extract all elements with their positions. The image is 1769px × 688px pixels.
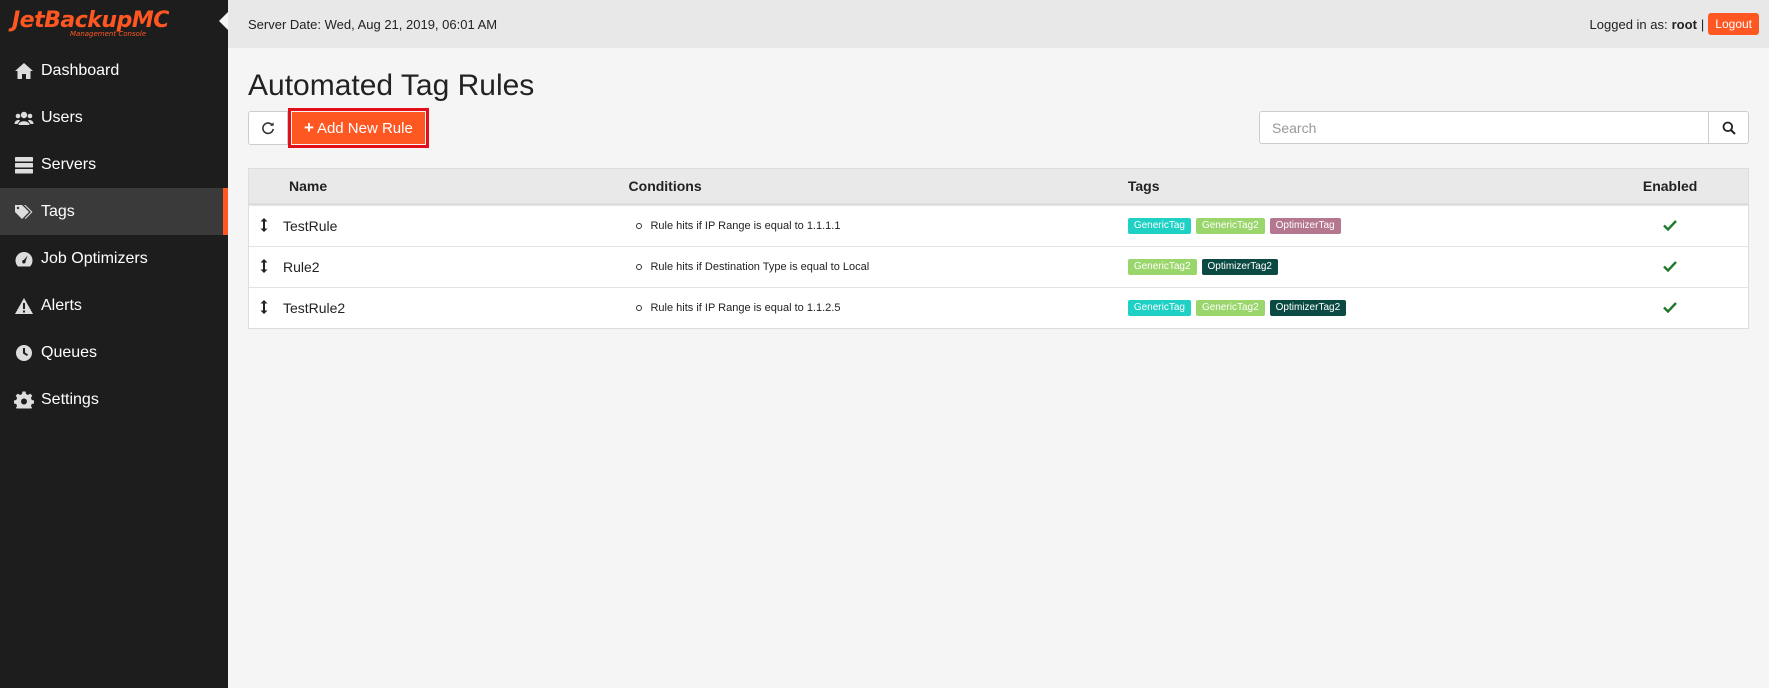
- sidebar-item-queues[interactable]: Queues: [0, 329, 228, 376]
- tag-badge: OptimizerTag2: [1201, 259, 1278, 275]
- sidebar-item-label: Users: [41, 108, 83, 126]
- separator: |: [1700, 16, 1705, 32]
- bullet-icon: [636, 223, 643, 229]
- header-conditions: Conditions: [628, 178, 702, 194]
- checkmark-icon: [1663, 300, 1677, 316]
- condition-text: Rule hits if IP Range is equal to 1.1.2.…: [650, 302, 841, 314]
- bullet-icon: [636, 264, 643, 270]
- login-info: Logged in as: root | Logout: [1590, 13, 1759, 35]
- checkmark-icon: [1663, 259, 1677, 275]
- rule-name: TestRule: [282, 218, 338, 234]
- drag-handle-icon[interactable]: [259, 299, 269, 317]
- table-header: Name Conditions Tags Enabled: [249, 169, 1748, 205]
- drag-handle-icon[interactable]: [259, 217, 269, 235]
- sidebar-item-label: Alerts: [41, 296, 82, 314]
- table-row[interactable]: TestRule2 Rule hits if IP Range is equal…: [249, 287, 1748, 328]
- rule-condition: Rule hits if Destination Type is equal t…: [628, 261, 1127, 273]
- refresh-icon: [262, 122, 274, 135]
- tags-icon: [13, 203, 35, 221]
- rule-condition: Rule hits if IP Range is equal to 1.1.1.…: [628, 220, 1127, 232]
- sidebar-item-settings[interactable]: Settings: [0, 376, 228, 423]
- search-icon: [1722, 121, 1736, 135]
- sidebar-item-servers[interactable]: Servers: [0, 141, 228, 188]
- sidebar-nav: Dashboard Users Servers Tags Job Optimiz…: [0, 47, 228, 423]
- sidebar-item-label: Queues: [41, 343, 98, 361]
- rule-name: Rule2: [282, 259, 320, 275]
- rule-condition: Rule hits if IP Range is equal to 1.1.2.…: [628, 302, 1127, 314]
- drag-handle-icon[interactable]: [259, 258, 269, 276]
- logo-subtext: Management Console: [70, 29, 147, 38]
- rule-tags: GenericTag2 OptimizerTag2: [1127, 259, 1592, 275]
- home-icon: [13, 62, 35, 80]
- header-tags: Tags: [1127, 178, 1160, 194]
- server-date: Server Date: Wed, Aug 21, 2019, 06:01 AM: [248, 16, 498, 32]
- table-row[interactable]: Rule2 Rule hits if Destination Type is e…: [249, 246, 1748, 287]
- sidebar-item-alerts[interactable]: Alerts: [0, 282, 228, 329]
- condition-text: Rule hits if Destination Type is equal t…: [650, 261, 870, 273]
- tag-badge: GenericTag2: [1127, 259, 1197, 275]
- search-group: [1259, 111, 1749, 144]
- sidebar-item-users[interactable]: Users: [0, 94, 228, 141]
- username: root: [1671, 16, 1697, 32]
- add-new-rule-label: Add New Rule: [316, 119, 413, 137]
- sidebar-item-job-optimizers[interactable]: Job Optimizers: [0, 235, 228, 282]
- clock-icon: [13, 344, 35, 362]
- rules-table: Name Conditions Tags Enabled TestRule Ru…: [248, 168, 1749, 329]
- search-input[interactable]: [1259, 111, 1709, 144]
- sidebar-item-label: Job Optimizers: [41, 249, 148, 267]
- page-title: Automated Tag Rules: [248, 69, 535, 102]
- add-rule-highlight: + Add New Rule: [288, 108, 429, 148]
- condition-text: Rule hits if IP Range is equal to 1.1.1.…: [650, 220, 841, 232]
- header-name[interactable]: Name: [249, 178, 629, 194]
- plus-icon: +: [304, 118, 314, 137]
- gear-icon: [13, 391, 35, 409]
- rule-name: TestRule2: [282, 300, 346, 316]
- refresh-button[interactable]: [248, 111, 288, 145]
- tag-badge: GenericTag2: [1195, 300, 1265, 316]
- sidebar: JetBackupMC Management Console Dashboard…: [0, 0, 228, 688]
- bullet-icon: [636, 305, 643, 311]
- add-new-rule-button[interactable]: + Add New Rule: [292, 112, 425, 144]
- brand-logo[interactable]: JetBackupMC Management Console: [0, 0, 228, 47]
- sidebar-notch: [219, 12, 228, 30]
- sidebar-item-label: Settings: [41, 390, 99, 408]
- servers-icon: [13, 156, 35, 174]
- sidebar-item-label: Servers: [41, 155, 97, 173]
- logo-text: JetBackupMC: [12, 7, 169, 33]
- search-button[interactable]: [1709, 111, 1749, 144]
- tag-badge: GenericTag: [1127, 300, 1191, 316]
- toolbar: + Add New Rule: [248, 108, 1749, 148]
- tag-badge: GenericTag: [1127, 218, 1191, 234]
- sidebar-item-label: Tags: [41, 202, 75, 220]
- main-content: Automated Tag Rules + Add New Rule Name …: [228, 48, 1769, 688]
- sidebar-item-dashboard[interactable]: Dashboard: [0, 47, 228, 94]
- warning-icon: [13, 297, 35, 315]
- rule-tags: GenericTag GenericTag2 OptimizerTag: [1127, 218, 1592, 234]
- tag-badge: OptimizerTag2: [1269, 300, 1347, 316]
- logged-in-label: Logged in as:: [1589, 16, 1668, 32]
- tag-badge: GenericTag2: [1195, 218, 1265, 234]
- top-bar: Server Date: Wed, Aug 21, 2019, 06:01 AM…: [228, 0, 1769, 48]
- tag-badge: OptimizerTag: [1269, 218, 1341, 234]
- sidebar-item-tags[interactable]: Tags: [0, 188, 228, 235]
- sidebar-item-label: Dashboard: [41, 61, 120, 79]
- users-icon: [13, 109, 35, 127]
- logout-button[interactable]: Logout: [1708, 13, 1759, 35]
- table-row[interactable]: TestRule Rule hits if IP Range is equal …: [249, 205, 1748, 246]
- rule-tags: GenericTag GenericTag2 OptimizerTag2: [1127, 300, 1592, 316]
- checkmark-icon: [1663, 218, 1677, 234]
- dashboard-gauge-icon: [13, 250, 35, 268]
- header-enabled: Enabled: [1642, 178, 1698, 194]
